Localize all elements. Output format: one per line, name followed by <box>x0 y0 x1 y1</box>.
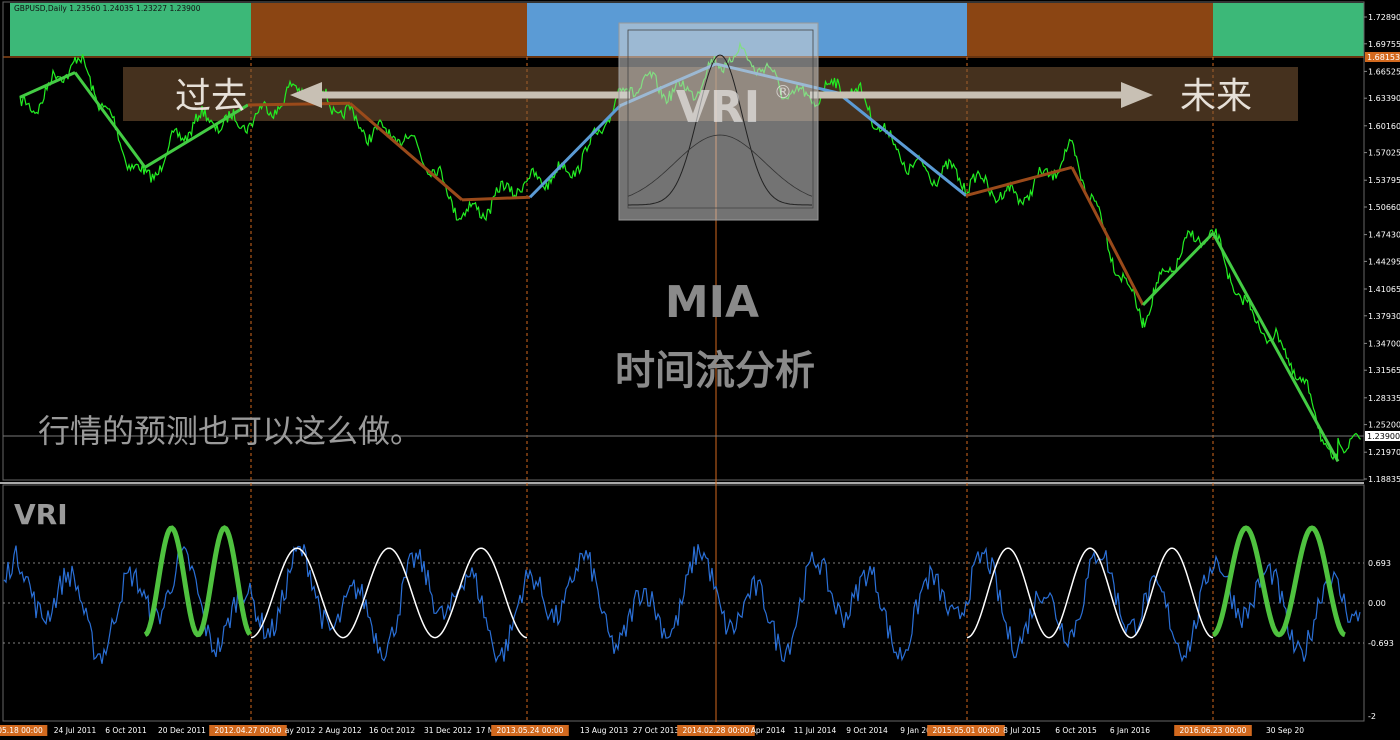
time-tick-8: 31 Dec 2012 <box>424 726 472 735</box>
time-tick-7: 16 Oct 2012 <box>369 726 416 735</box>
price-tick-1: 1.69755 <box>1368 40 1400 49</box>
time-tick-11: 13 Aug 2013 <box>580 726 628 735</box>
price-tick-14: 1.28335 <box>1368 394 1400 403</box>
cycle-band-3 <box>967 3 1213 56</box>
time-tick-12: 27 Oct 2013 <box>633 726 680 735</box>
price-tick-3: 1.63390 <box>1368 94 1400 103</box>
price-tick-10: 1.41065 <box>1368 285 1400 294</box>
time-tick-5: ay 2012 <box>285 726 316 735</box>
chart-canvas: 过去 未来 VRI ® MIA 时间流分析 行情的预测也可以这么做。 GBPUS… <box>0 0 1400 740</box>
price-tick-4: 1.60160 <box>1368 122 1400 131</box>
price-tick-16: 1.21970 <box>1368 448 1400 457</box>
current-price-label: 1.23900 <box>1367 432 1400 441</box>
price-tick-12: 1.34700 <box>1368 339 1400 348</box>
time-tick-19: 8 Jul 2015 <box>1003 726 1041 735</box>
time-tick-13: 2014.02.28 00:00 <box>683 726 750 735</box>
price-tick-17: 1.18835 <box>1368 475 1400 484</box>
vri-logo: VRI ® <box>618 22 819 221</box>
vri-logo-mark: ® <box>774 82 792 103</box>
vri-logo-text: VRI <box>676 82 760 133</box>
future-label: 未来 <box>1180 76 1252 117</box>
time-tick-6: 2 Aug 2012 <box>318 726 361 735</box>
time-tick-4: 2012.04.27 00:00 <box>215 726 282 735</box>
time-tick-18: 2015.05.01 00:00 <box>933 726 1000 735</box>
price-tick-8: 1.47430 <box>1368 231 1400 240</box>
mia-subtitle: 时间流分析 <box>615 348 815 394</box>
level-label-0: 0.693 <box>1368 559 1391 568</box>
time-tick-3: 20 Dec 2011 <box>158 726 206 735</box>
price-tick-7: 1.50660 <box>1368 203 1400 212</box>
mia-title: MIA <box>665 277 759 328</box>
time-tick-15: 11 Jul 2014 <box>794 726 837 735</box>
caption-text: 行情的预测也可以这么做。 <box>38 412 422 450</box>
time-tick-14: Apr 2014 <box>751 726 786 735</box>
time-tick-0: 05.18 00:00 <box>0 726 43 735</box>
highlight-price-label: 1.68153 <box>1367 53 1400 62</box>
time-tick-2: 6 Oct 2011 <box>105 726 147 735</box>
price-tick-0: 1.72890 <box>1368 13 1400 22</box>
price-tick-6: 1.53795 <box>1368 176 1400 185</box>
chart-header: GBPUSD,Daily 1.23560 1.24035 1.23227 1.2… <box>14 4 201 13</box>
level-label-1: 0.00 <box>1368 599 1386 608</box>
level-label-2: -0.693 <box>1368 639 1394 648</box>
time-tick-1: 24 Jul 2011 <box>54 726 97 735</box>
time-tick-23: 2016.06.23 00:00 <box>1180 726 1247 735</box>
price-tick-2: 1.66525 <box>1368 67 1400 76</box>
price-tick-13: 1.31565 <box>1368 366 1400 375</box>
price-tick-5: 1.57025 <box>1368 149 1400 158</box>
time-tick-20: 6 Oct 2015 <box>1055 726 1097 735</box>
time-tick-21: 6 Jan 2016 <box>1110 726 1150 735</box>
time-tick-10: 2013.05.24 00:00 <box>497 726 564 735</box>
time-tick-16: 9 Oct 2014 <box>846 726 888 735</box>
indicator-title: VRI <box>14 498 68 531</box>
price-tick-15: 1.25200 <box>1368 421 1400 430</box>
zigzag-leg-3 <box>247 101 351 107</box>
time-tick-24: 30 Sep 20 <box>1266 726 1304 735</box>
cycle-band-4 <box>1213 3 1364 56</box>
cycle-band-1 <box>251 3 527 56</box>
price-tick-9: 1.44295 <box>1368 257 1400 266</box>
past-label: 过去 <box>175 76 247 117</box>
price-tick-11: 1.37930 <box>1368 312 1400 321</box>
indicator-bottom-label: -2 <box>1368 712 1376 721</box>
